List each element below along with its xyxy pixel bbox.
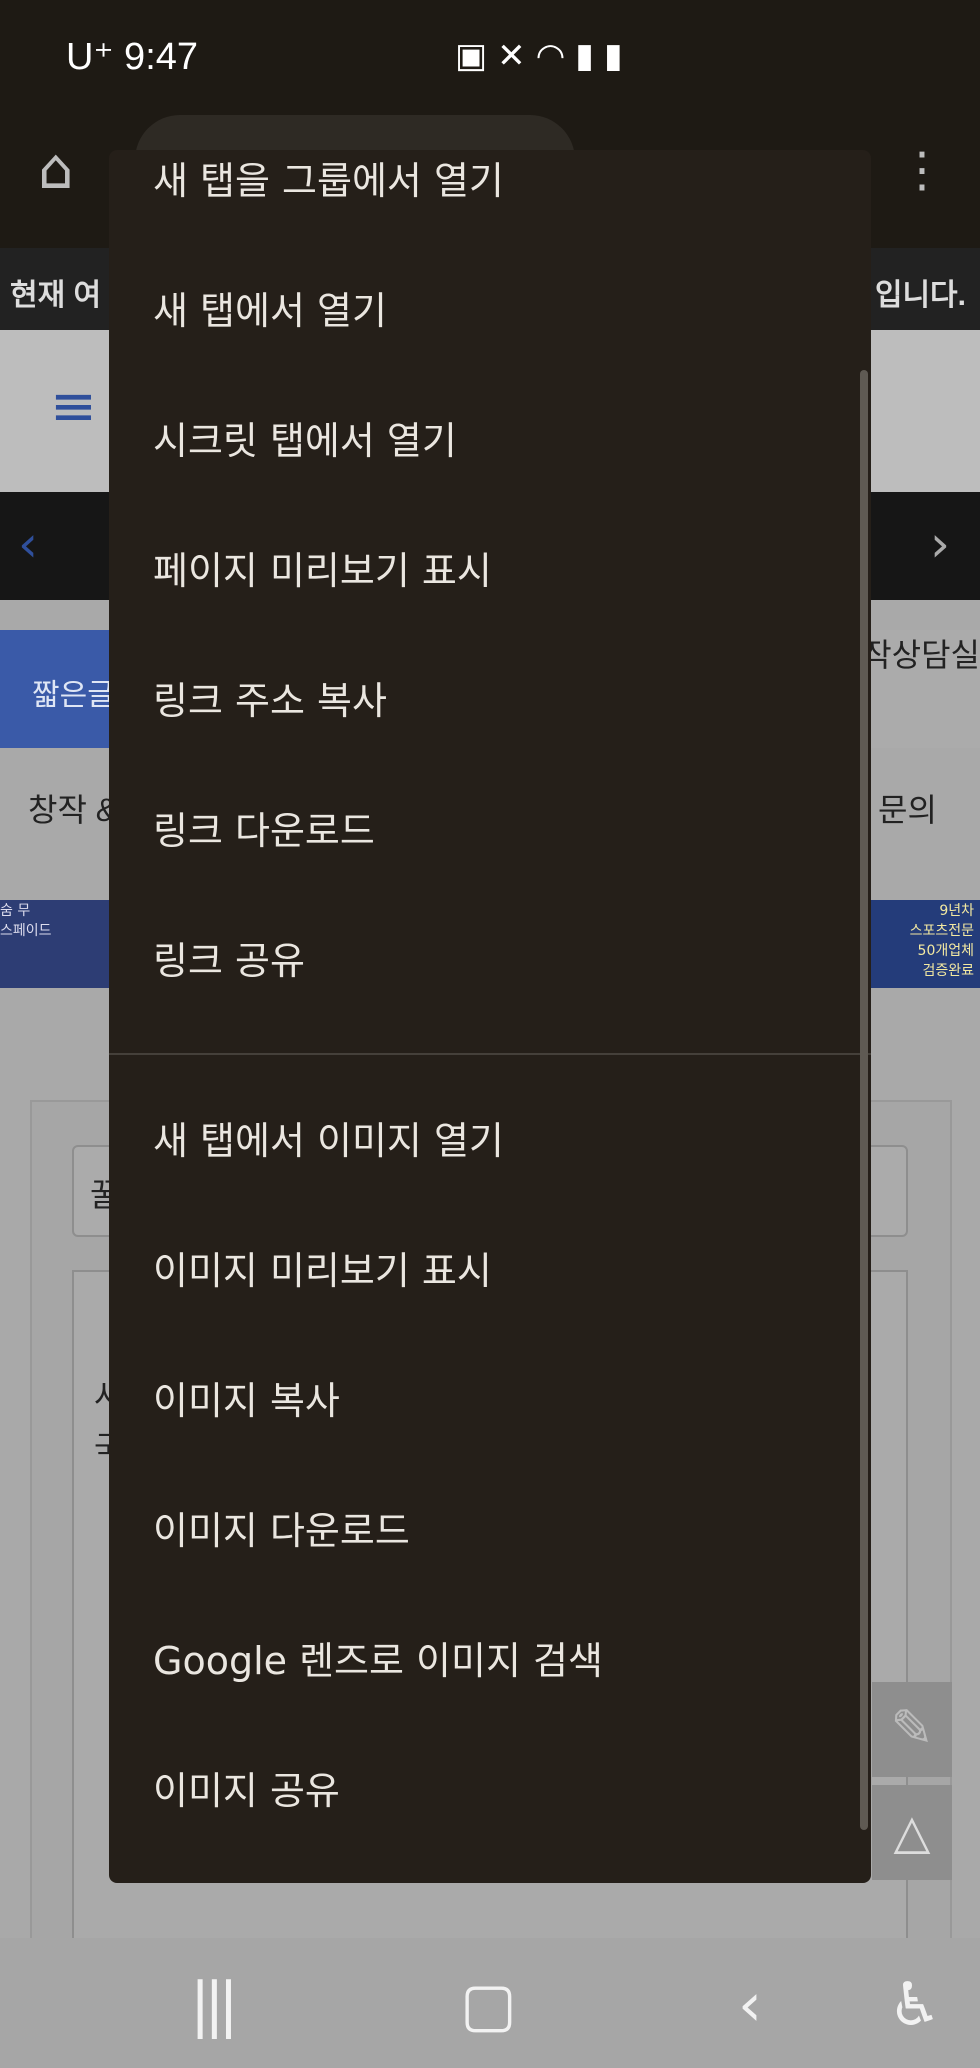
banner-text: 숨 무 [0,903,31,919]
status-time: U⁺ 9:47 [66,36,199,78]
ad-banner-right[interactable]: 9년차스포츠전문 50개업체검증완료 [868,900,980,988]
ad-banner-left[interactable]: 숨 무스페이드 [0,900,112,988]
tab-short-label: 짧은글 [32,679,115,712]
menu-item-download-link[interactable]: 링크 다운로드 [153,800,375,855]
banner-text: 50개업체 [917,943,974,959]
home-icon[interactable]: ▢ [460,1970,517,2040]
menu-item-open-image-new-tab[interactable]: 새 탭에서 이미지 열기 [153,1110,504,1165]
submenu-inquiry[interactable]: 문의 [878,785,937,831]
status-icons: ▣✕◠▮▮ [455,36,633,76]
notice-left-text: 현재 여 [10,279,102,312]
banner-text: 검증완료 [922,963,974,979]
recents-icon[interactable]: ||| [190,1970,239,2040]
banner-text: 9년차 [939,903,974,919]
home-icon[interactable]: ⌂ [38,140,98,200]
chevron-left-icon[interactable]: ‹ [18,515,38,573]
hamburger-icon[interactable]: ≡ [50,379,97,435]
banner-text: 스포츠전문 [909,923,974,939]
more-vertical-icon[interactable]: ⋮ [898,140,946,200]
menu-item-download-image[interactable]: 이미지 다운로드 [153,1500,410,1555]
menu-item-open-in-group[interactable]: 새 탭을 그룹에서 열기 [153,150,504,205]
notice-right-text: 입니다. [874,279,966,312]
signal-icon: ▮ [575,36,605,76]
tab-short-writing[interactable]: 짧은글 [0,630,120,748]
pencil-icon[interactable]: ✎ [872,1682,952,1777]
context-menu: 새 탭을 그룹에서 열기 새 탭에서 열기 시크릿 탭에서 열기 페이지 미리보… [109,150,871,1883]
mute-icon: ✕ [497,36,536,76]
menu-item-share-image[interactable]: 이미지 공유 [153,1760,340,1815]
menu-item-share-link[interactable]: 링크 공유 [153,930,305,985]
scroll-top-icon[interactable]: △ [872,1785,952,1880]
menu-item-open-new-tab[interactable]: 새 탭에서 열기 [153,280,387,335]
menu-scrollbar[interactable] [860,370,868,1830]
menu-item-image-preview[interactable]: 이미지 미리보기 표시 [153,1240,492,1295]
menu-divider [109,1053,871,1055]
battery-icon: ▮ [604,36,633,76]
chevron-right-icon[interactable]: › [930,515,950,573]
banner-text: 스페이드 [0,923,52,939]
submenu-creation[interactable]: 창작 & [28,785,117,831]
menu-item-copy-link[interactable]: 링크 주소 복사 [153,670,387,725]
menu-item-page-preview[interactable]: 페이지 미리보기 표시 [153,540,492,595]
menu-item-copy-image[interactable]: 이미지 복사 [153,1370,340,1425]
accessibility-icon[interactable]: ♿ [888,1970,942,2040]
battery-saver-icon: ▣ [455,36,498,76]
menu-item-google-lens[interactable]: Google 렌즈로 이미지 검색 [153,1630,603,1685]
back-icon[interactable]: ‹ [738,1970,762,2040]
wifi-icon: ◠ [535,36,576,76]
menu-item-open-incognito[interactable]: 시크릿 탭에서 열기 [153,410,457,465]
